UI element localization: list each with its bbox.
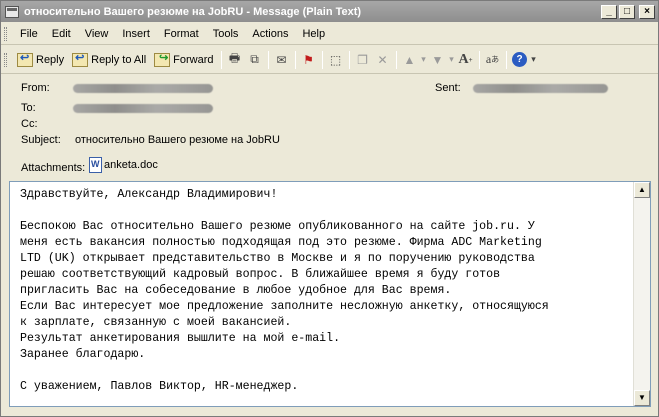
forward-icon — [154, 51, 171, 67]
reply-button[interactable]: Reply — [13, 49, 68, 71]
forward-label: Forward — [173, 53, 214, 66]
categorize-icon[interactable]: ⬚ — [326, 50, 346, 70]
scroll-up-button[interactable]: ▲ — [634, 182, 650, 198]
toolbar-separator — [220, 50, 222, 69]
from-value-redacted — [73, 84, 213, 93]
menu-insert[interactable]: Insert — [115, 28, 157, 40]
close-button[interactable]: × — [639, 4, 655, 19]
menu-file[interactable]: File — [13, 28, 45, 40]
message-body[interactable]: Здравствуйте, Александр Владимирович! Бе… — [9, 181, 651, 407]
reply-all-label: Reply to All — [91, 53, 147, 66]
junk-mail-icon[interactable]: ✉ — [272, 50, 292, 70]
encoding-icon[interactable]: aあ — [483, 50, 503, 70]
message-body-text: Здравствуйте, Александр Владимирович! Бе… — [20, 188, 549, 393]
menu-format[interactable]: Format — [157, 28, 206, 40]
word-document-icon — [89, 157, 102, 173]
toolbar-separator — [505, 50, 507, 69]
subject-label: Subject: — [21, 134, 61, 146]
flag-icon[interactable]: ⚑ — [299, 50, 319, 70]
previous-icon[interactable]: ▲ — [400, 50, 420, 70]
toolbar-separator — [267, 50, 269, 69]
print-icon[interactable]: 🖶 — [225, 50, 245, 70]
font-size-icon[interactable]: A + — [456, 50, 476, 70]
subject-value: относительно Вашего резюме на JobRU — [75, 134, 280, 146]
to-label: To: — [21, 102, 36, 114]
to-value-redacted — [73, 104, 213, 113]
toolbar-separator — [348, 50, 350, 69]
sent-value-redacted — [473, 84, 608, 93]
toolbar-grip — [4, 52, 7, 67]
menu-edit[interactable]: Edit — [45, 28, 78, 40]
attachments-label: Attachments: — [21, 162, 86, 174]
message-window: относительно Вашего резюме на JobRU - Me… — [0, 0, 659, 417]
window-title: относительно Вашего резюме на JobRU - Me… — [24, 5, 362, 18]
sent-label: Sent: — [435, 82, 461, 94]
toolbar: Reply Reply to All Forward 🖶 ⧉ ✉ ⚑ ⬚ ❐ ✕… — [1, 46, 658, 74]
menu-view[interactable]: View — [78, 28, 116, 40]
menu-bar: File Edit View Insert Format Tools Actio… — [1, 23, 658, 45]
reply-icon — [17, 51, 33, 67]
next-dropdown-icon[interactable]: ▾ — [448, 50, 456, 70]
reply-all-icon — [72, 51, 89, 67]
menu-actions[interactable]: Actions — [245, 28, 295, 40]
toolbar-separator — [294, 50, 296, 69]
menu-tools[interactable]: Tools — [206, 28, 246, 40]
scroll-down-button[interactable]: ▼ — [634, 390, 650, 406]
previous-dropdown-icon[interactable]: ▾ — [420, 50, 428, 70]
cc-label: Cc: — [21, 118, 38, 130]
reply-label: Reply — [36, 53, 65, 66]
toolbar-separator — [321, 50, 323, 69]
toolbar-separator — [478, 50, 480, 69]
reply-all-button[interactable]: Reply to All — [68, 49, 150, 71]
vertical-scrollbar[interactable]: ▲ ▼ — [633, 182, 650, 406]
next-icon[interactable]: ▼ — [428, 50, 448, 70]
message-icon — [5, 5, 19, 18]
attachment-name: anketa.doc — [104, 159, 158, 171]
from-label: From: — [21, 82, 50, 94]
toolbar-options-icon[interactable]: ▾ — [530, 50, 538, 70]
forward-button[interactable]: Forward — [150, 49, 217, 71]
copy-doc-icon[interactable]: ❐ — [353, 50, 373, 70]
maximize-button[interactable]: □ — [619, 4, 635, 19]
attachment-item[interactable]: anketa.doc — [89, 157, 158, 173]
toolbar-separator — [395, 50, 397, 69]
delete-icon[interactable]: ✕ — [373, 50, 393, 70]
copy-icon[interactable]: ⧉ — [245, 50, 265, 70]
menu-help[interactable]: Help — [295, 28, 332, 40]
minimize-button[interactable]: _ — [601, 4, 617, 19]
title-bar: относительно Вашего резюме на JobRU - Me… — [1, 1, 658, 22]
help-icon[interactable]: ? — [510, 50, 530, 70]
menubar-grip — [4, 26, 7, 41]
